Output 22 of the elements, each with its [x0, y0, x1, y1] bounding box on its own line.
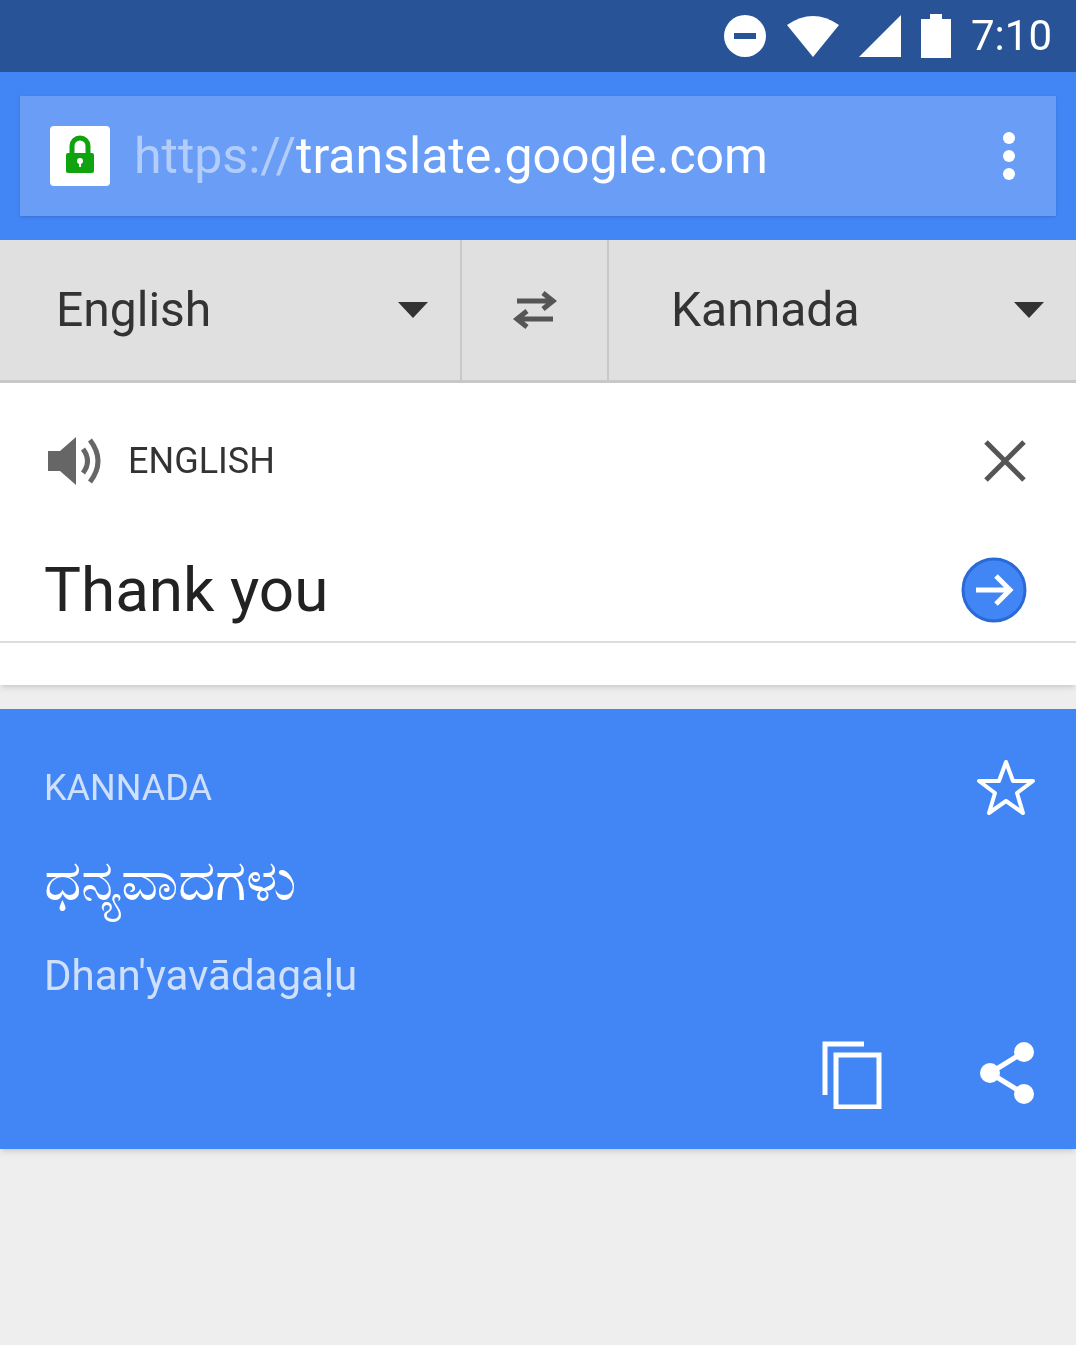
battery-icon — [921, 14, 951, 58]
menu-icon[interactable] — [1002, 131, 1016, 181]
arrow-right-icon[interactable] — [960, 556, 1028, 624]
share-icon[interactable] — [978, 1041, 1036, 1105]
wifi-icon — [787, 15, 839, 57]
caret-icon — [398, 302, 428, 318]
source-language-label: ENGLISH — [128, 439, 275, 484]
url-scheme: https:// — [134, 131, 297, 181]
transliteration-text: Dhan'yavādagaḷu — [44, 950, 359, 1002]
clock-time: 7:10 — [971, 15, 1052, 57]
signal-icon — [859, 15, 901, 57]
copy-icon[interactable] — [822, 1041, 882, 1109]
target-language-label: KANNADA — [44, 766, 212, 811]
close-icon[interactable] — [984, 440, 1026, 482]
input-field[interactable]: Thank you — [0, 539, 1076, 643]
caret-icon — [1014, 302, 1044, 318]
translation-text: ಧನ್ಯವಾದಗಳು — [44, 829, 296, 932]
target-language-dropdown[interactable]: Kannada — [609, 240, 1076, 380]
do-not-disturb-icon — [723, 14, 767, 58]
source-language-dropdown[interactable]: English — [0, 240, 462, 380]
speaker-icon[interactable] — [48, 434, 104, 488]
star-icon[interactable] — [976, 759, 1036, 817]
